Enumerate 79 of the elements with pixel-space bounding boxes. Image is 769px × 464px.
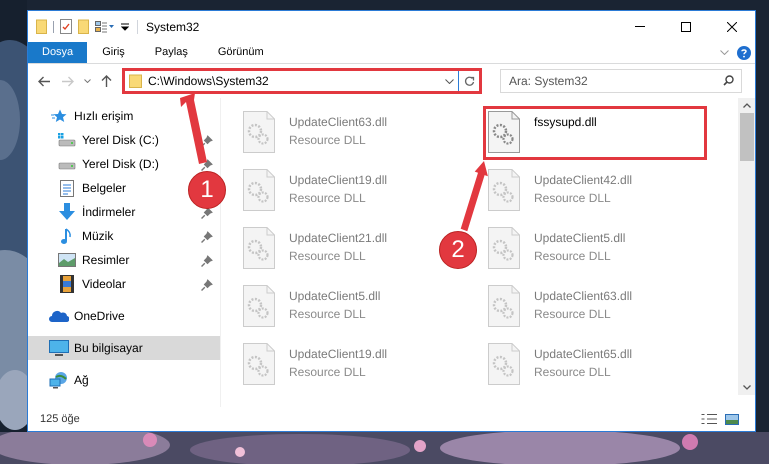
scroll-up-icon[interactable] — [742, 103, 750, 108]
address-bar[interactable]: C:\Windows\System32 — [122, 68, 482, 94]
gear-file-icon[interactable] — [488, 111, 520, 153]
nav-item[interactable]: Belgeler — [82, 179, 126, 197]
nav-item[interactable]: Yerel Disk (C:) — [82, 131, 159, 149]
pin-icon[interactable] — [201, 278, 214, 290]
scrollbar[interactable] — [738, 98, 755, 395]
ribbon-tab[interactable]: Dosya — [28, 42, 88, 63]
file-name[interactable]: UpdateClient42.dll — [534, 171, 632, 189]
star-icon — [51, 109, 67, 123]
file-type: Resource DLL — [289, 132, 367, 149]
scroll-down-icon[interactable] — [742, 385, 750, 390]
pin-icon[interactable] — [201, 230, 214, 242]
film-icon — [60, 275, 74, 293]
file-name[interactable]: UpdateClient19.dll — [289, 345, 388, 363]
pin-icon[interactable] — [201, 134, 214, 146]
properties-icon[interactable] — [60, 19, 72, 34]
close-icon — [727, 22, 737, 32]
file-type: Resource DLL — [289, 190, 367, 207]
nav-item[interactable]: Müzik — [82, 227, 114, 245]
minimize-icon — [635, 26, 645, 27]
nav-item[interactable]: OneDrive — [74, 307, 125, 325]
file-name[interactable]: UpdateClient19.dll — [289, 171, 388, 189]
large-icons-view-icon[interactable] — [725, 414, 739, 424]
file-name[interactable]: UpdateClient5.dll — [534, 229, 626, 247]
nav-item-label: Bu bilgisayar — [74, 340, 143, 357]
ribbon-tab[interactable]: Görünüm — [202, 42, 279, 63]
monitor-icon — [49, 340, 69, 356]
file-type: Resource DLL — [534, 248, 612, 265]
cloud-icon — [49, 310, 69, 322]
help-icon[interactable] — [737, 46, 751, 60]
highlighted-file-item[interactable]: fssysupd.dll — [483, 106, 707, 160]
file-type: Resource DLL — [289, 306, 367, 323]
annotation-arrow — [180, 93, 207, 164]
network-icon — [49, 371, 69, 389]
chevron-down-icon[interactable] — [445, 78, 454, 84]
ribbon-tab[interactable]: Giriş — [87, 42, 140, 63]
up-arrow-icon[interactable] — [101, 74, 112, 88]
search-field[interactable]: Ara: System32 — [500, 69, 742, 93]
nav-item[interactable]: Yerel Disk (D:) — [82, 155, 159, 173]
file-name[interactable]: UpdateClient21.dll — [289, 229, 388, 247]
file-name[interactable]: UpdateClient63.dll — [534, 287, 632, 305]
search-icon — [723, 75, 734, 86]
dropdown-icon[interactable] — [84, 79, 91, 83]
drive-icon — [58, 133, 76, 147]
maximize-icon — [681, 22, 691, 32]
file-type: Resource DLL — [534, 306, 612, 323]
document-icon — [60, 180, 74, 196]
picture-icon — [58, 253, 76, 267]
file-type: Resource DLL — [289, 248, 367, 265]
nav-item[interactable]: Resimler — [82, 251, 130, 269]
nav-item[interactable]: Ağ — [74, 371, 89, 389]
annotation-arrow — [460, 161, 488, 232]
file-type: Resource DLL — [289, 364, 367, 381]
nav-item[interactable]: Hızlı erişim — [74, 107, 134, 125]
window-title: System32 — [146, 18, 200, 36]
file-type: Resource DLL — [534, 190, 612, 207]
pin-icon[interactable] — [201, 254, 214, 266]
music-note-icon — [61, 228, 73, 244]
refresh-icon — [464, 76, 474, 86]
nav-item[interactable]: Bu bilgisayar — [28, 336, 220, 360]
folder-icon — [129, 74, 142, 88]
file-name[interactable]: fssysupd.dll — [534, 113, 597, 131]
down-arrow-icon — [58, 203, 76, 221]
file-name[interactable]: UpdateClient5.dll — [289, 287, 380, 305]
customize-toolbar-icon[interactable] — [121, 22, 129, 30]
view-options-icon[interactable] — [95, 20, 115, 32]
pin-icon[interactable] — [201, 158, 214, 170]
scroll-thumb[interactable] — [740, 113, 754, 161]
file-name[interactable]: UpdateClient65.dll — [534, 345, 632, 363]
file-name[interactable]: UpdateClient63.dll — [289, 113, 388, 131]
nav-item[interactable]: İndirmeler — [82, 203, 136, 221]
details-view-icon[interactable] — [701, 413, 717, 425]
ribbon-tab[interactable]: Paylaş — [140, 42, 203, 63]
file-type: Resource DLL — [534, 364, 612, 381]
item-count: 125 öğe — [40, 412, 80, 427]
address-path: C:\Windows\System32 — [148, 73, 269, 90]
back-arrow-icon[interactable] — [38, 76, 51, 86]
nav-item[interactable]: Videolar — [82, 275, 126, 293]
